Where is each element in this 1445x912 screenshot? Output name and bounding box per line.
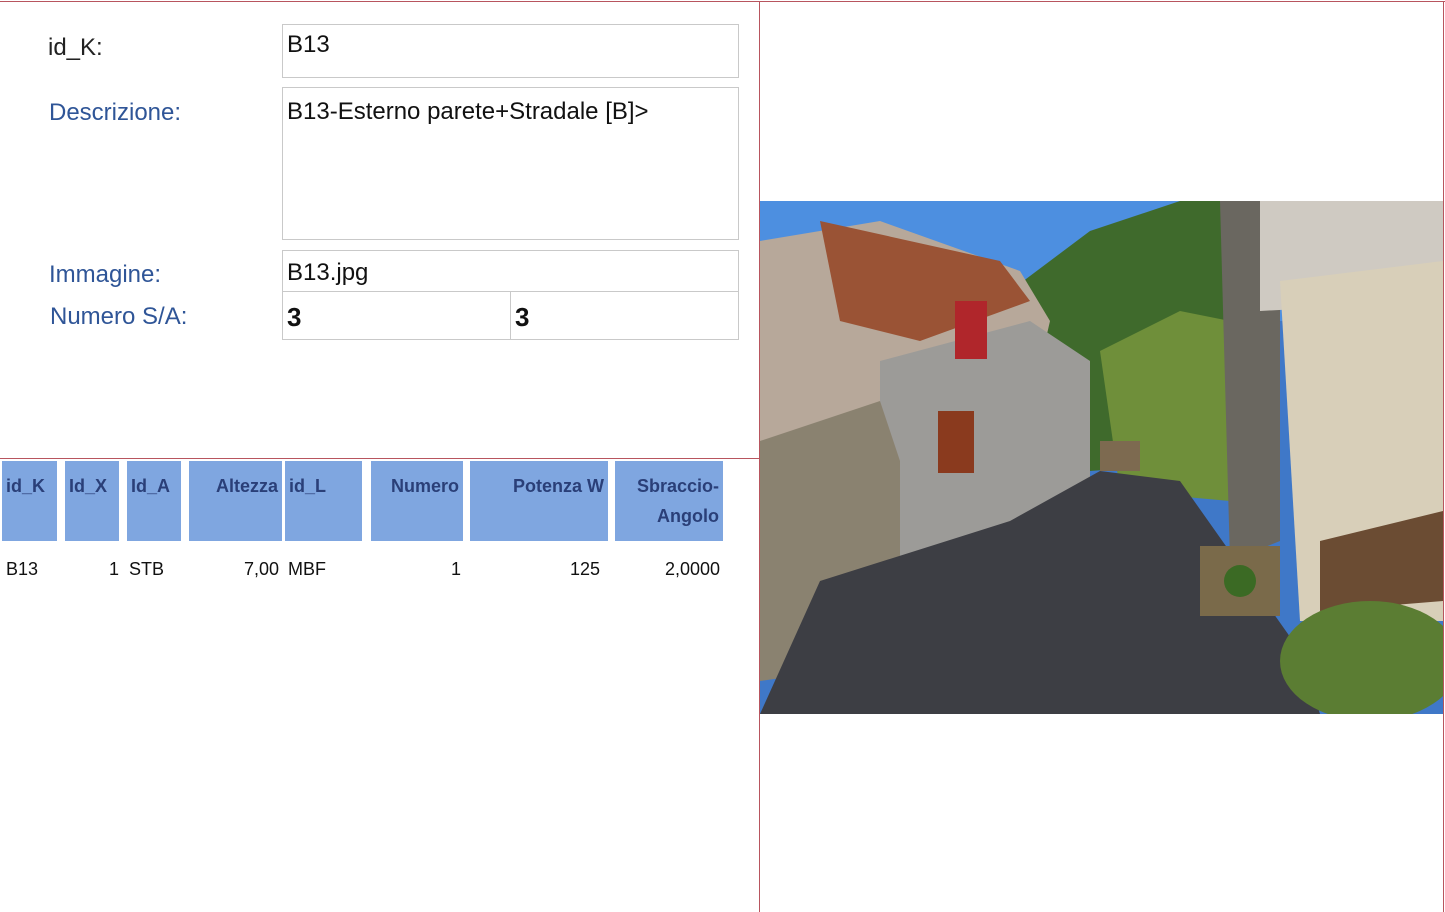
column-header-sbraccio-angolo: Sbraccio-Angolo [615,461,723,541]
idk-label: id_K: [48,34,103,61]
column-header-numero: Numero [371,461,463,541]
table-cell-id-l: MBF [288,559,326,579]
column-header-potenza-w: Potenza W [470,461,608,541]
idk-field[interactable]: B13 [282,24,739,78]
numero-sa-label: Numero S/A: [50,303,188,330]
street-photo-illustration [760,201,1443,714]
table-cell-id-a: STB [129,559,165,579]
table-cell-id-k: B13 [6,559,39,579]
descrizione-label: Descrizione: [49,99,182,126]
column-header-altezza: Altezza [189,461,282,541]
location-photo [760,201,1443,714]
immagine-field[interactable]: B13.jpg [282,250,739,292]
column-header-id-k: id_K [2,461,57,541]
descrizione-field[interactable]: B13-Esterno parete+Stradale [B]> [282,87,739,240]
numero-a-field[interactable]: 3 [510,291,739,340]
frame-right-line [1443,1,1444,912]
table-cell-altezza: 7,00 [243,559,279,579]
table-cell-id-x: 1 [108,559,119,579]
frame-top-line [0,1,1445,2]
table-cell-numero: 1 [450,559,461,579]
frame-middle-line [0,458,760,459]
table-cell-sbraccio-angolo: 2,0000 [664,559,720,579]
column-header-id-l: id_L [285,461,362,541]
immagine-label: Immagine: [49,261,162,288]
numero-s-field[interactable]: 3 [282,291,511,340]
column-header-id-a: Id_A [127,461,181,541]
column-header-id-x: Id_X [65,461,119,541]
table-cell-potenza-w: 125 [569,559,600,579]
